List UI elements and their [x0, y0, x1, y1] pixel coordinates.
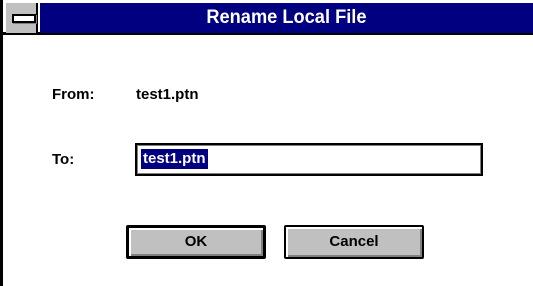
dialog-title: Rename Local File	[206, 7, 367, 28]
system-menu-button[interactable]	[6, 3, 38, 33]
to-filename-input[interactable]: test1.ptn	[135, 143, 483, 176]
from-value: test1.ptn	[136, 86, 199, 103]
rename-dialog: Rename Local File From: test1.ptn To: te…	[0, 0, 533, 286]
title-area[interactable]: Rename Local File	[40, 3, 533, 33]
system-menu-icon	[12, 14, 36, 23]
ok-button[interactable]: OK	[126, 225, 266, 259]
window-border	[0, 0, 3, 286]
selected-filename-text[interactable]: test1.ptn	[141, 149, 208, 169]
cancel-button[interactable]: Cancel	[284, 225, 424, 259]
from-label: From:	[52, 86, 95, 103]
to-label: To:	[52, 151, 75, 168]
title-bar[interactable]: Rename Local File	[3, 0, 533, 35]
